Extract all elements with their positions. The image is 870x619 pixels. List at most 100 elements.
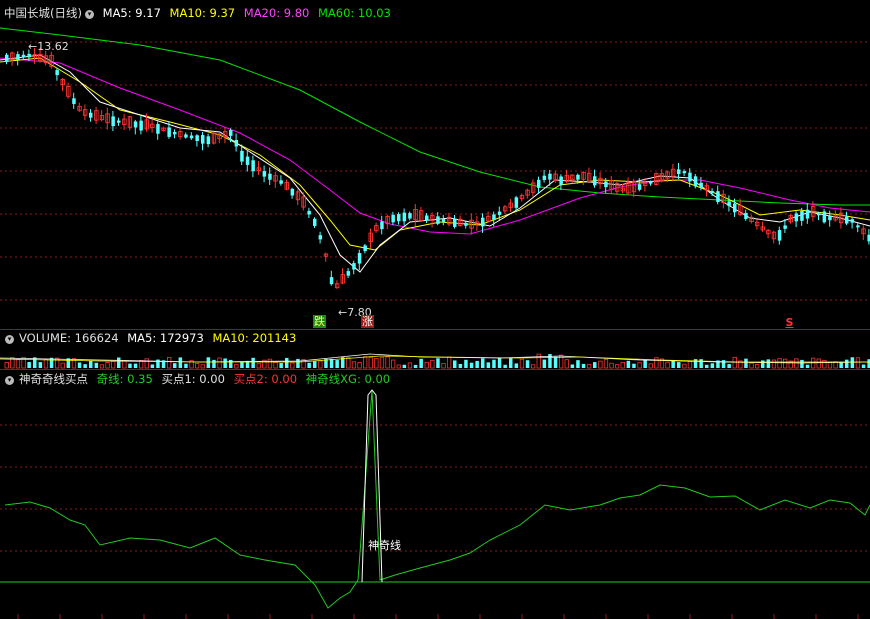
volume-bar-down <box>492 359 496 368</box>
volume-bar-down <box>671 360 675 368</box>
candle-body-down <box>425 215 429 221</box>
candle-body-down <box>682 171 687 174</box>
candle-body-down <box>72 98 76 104</box>
volume-bar-down <box>150 364 155 368</box>
candle-body-down <box>21 54 26 58</box>
candle-body-down <box>111 116 115 127</box>
candle-body-down <box>733 203 737 213</box>
candle-body-down <box>313 218 317 226</box>
ma10-line <box>0 57 870 251</box>
candle-body-down <box>441 218 446 223</box>
volume-bar-down <box>693 359 698 368</box>
volume-bar-up <box>620 361 625 369</box>
signal-sell-badge: S <box>785 316 794 329</box>
volume-bar-up <box>564 359 569 369</box>
candle-body-down <box>716 191 720 203</box>
volume-bar-up <box>71 358 77 369</box>
candle-body-down <box>514 197 519 208</box>
volume-bar-down <box>497 357 502 368</box>
volume-bar-up <box>318 360 323 369</box>
candle-body-down <box>699 182 703 188</box>
volume-bar-up <box>368 357 373 369</box>
candle-body-down <box>380 221 384 230</box>
candle-body-down <box>408 213 412 219</box>
candle-body-down <box>251 160 255 172</box>
candle-body-down <box>206 136 211 145</box>
volume-bar-down <box>453 360 457 368</box>
volume-bar-up <box>519 358 525 369</box>
grid-lines <box>0 41 870 619</box>
volume-bar-down <box>173 363 177 368</box>
candle-body-down <box>800 211 804 221</box>
candle-body-down <box>542 175 547 180</box>
candle-body-down <box>189 135 194 139</box>
volume-ma-lines <box>0 353 870 364</box>
volume-bar-down <box>413 364 418 368</box>
volume-bar-down <box>861 364 866 368</box>
volume-bar-up <box>357 362 362 369</box>
candle-body-down <box>436 216 440 224</box>
volume-bar-up <box>665 361 670 369</box>
volume-bar-up <box>256 363 261 369</box>
volume-bar-down <box>212 359 216 368</box>
volume-bar-down <box>632 363 636 368</box>
volume-bar-down <box>677 362 681 368</box>
volume-bar-down <box>486 362 491 368</box>
candle-body-down <box>688 172 692 182</box>
candle-body-down <box>777 230 782 241</box>
candle-body-down <box>637 184 642 190</box>
candle-body-down <box>346 271 351 276</box>
volume-bar-down <box>38 362 43 368</box>
indicator-line-label: 神奇线 <box>368 539 401 552</box>
volume-bar-down <box>117 357 121 368</box>
candle-body-down <box>693 176 698 187</box>
volume-bar-down <box>307 362 311 368</box>
ma5-line <box>0 54 870 273</box>
volume-bar-up <box>374 357 379 369</box>
candle-body-down <box>234 139 239 147</box>
kline-chart[interactable] <box>0 0 870 619</box>
volume-bar-up <box>99 364 105 369</box>
volume-bar-up <box>105 362 110 369</box>
volume-bar-down <box>94 362 99 368</box>
candle-body-down <box>845 216 849 224</box>
volume-bar-up <box>21 356 26 369</box>
volume-bar-up <box>43 359 49 369</box>
volume-bar-up <box>290 362 295 369</box>
volume-bar-up <box>771 359 777 369</box>
volume-bar-down <box>626 360 631 368</box>
candle-body-down <box>27 53 31 58</box>
candle-body-down <box>822 211 827 223</box>
candle-body-down <box>497 211 502 215</box>
candle-body-down <box>318 235 323 240</box>
candle-body-down <box>329 277 334 285</box>
indicator-lines <box>0 389 870 609</box>
volume-bar-up <box>351 361 357 369</box>
candle-body-down <box>184 134 188 138</box>
volume-bar-down <box>805 364 810 368</box>
candle-body-down <box>402 212 407 222</box>
volume-bar-up <box>598 360 603 369</box>
volume-bar-up <box>855 357 861 369</box>
candle-body-down <box>16 54 20 60</box>
candle-body-down <box>828 215 832 221</box>
volume-bar-down <box>128 363 132 368</box>
candle-body-down <box>201 135 205 144</box>
volume-bar-down <box>464 359 468 368</box>
volume-bar-down <box>329 358 334 368</box>
signal-fall-badge: 跌 <box>313 315 326 328</box>
ma20-polyline <box>0 57 870 235</box>
arrow-left-icon: ← <box>338 306 348 319</box>
candle-body-down <box>817 213 821 216</box>
volume-bar-up <box>385 356 390 369</box>
volume-bar-down <box>570 364 575 368</box>
volume-bar-up <box>111 360 116 369</box>
volume-bar-up <box>424 361 429 369</box>
high-price-label: ←13.62 <box>28 40 69 53</box>
volume-bar-down <box>313 361 317 368</box>
candle-body-down <box>245 156 250 165</box>
volume-bar-down <box>402 364 407 368</box>
candle-body-down <box>268 173 272 180</box>
candle-body-down <box>856 225 860 228</box>
candle-body-down <box>576 174 580 180</box>
